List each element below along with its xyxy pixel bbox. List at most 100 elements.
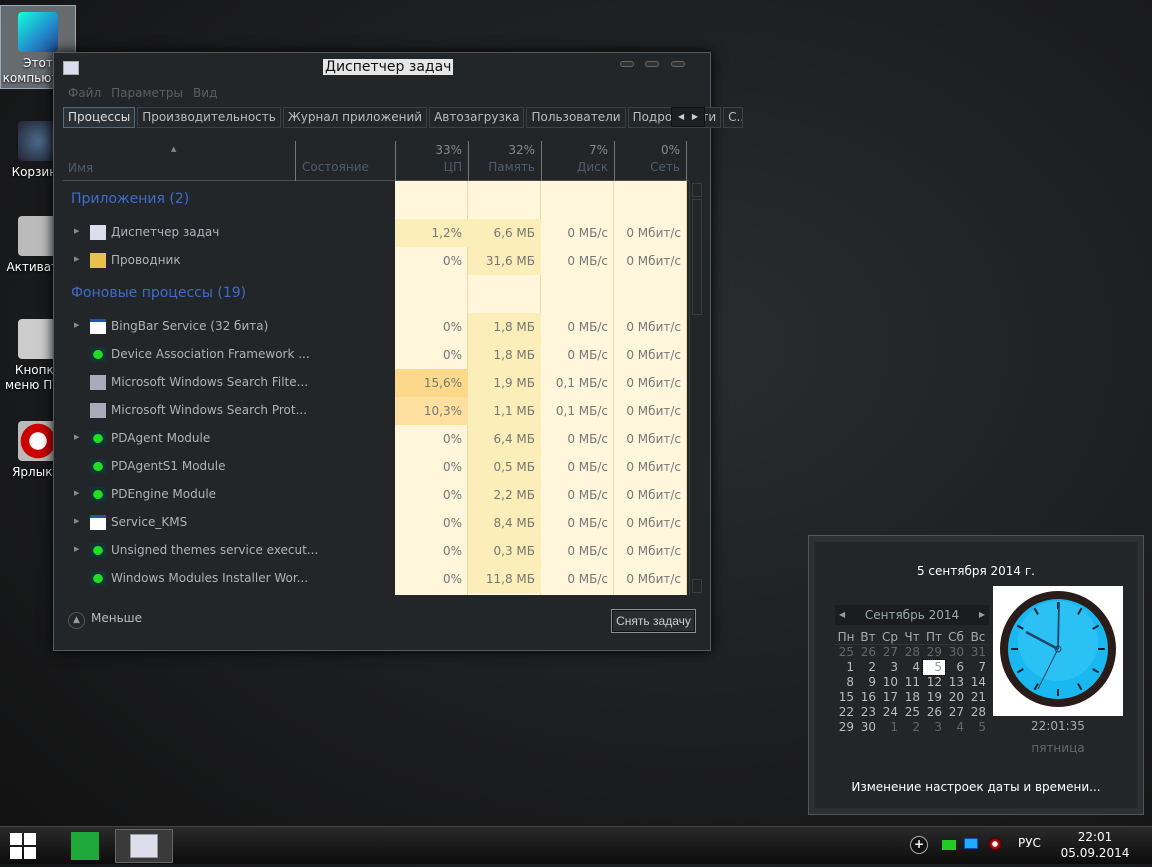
process-row[interactable]: ▶ Диспетчер задач 1,2% 6,6 МБ 0 МБ/с 0 Мбит/с [63, 219, 689, 247]
change-date-time-link[interactable]: Изменение настроек даты и времени... [815, 780, 1137, 794]
expand-arrow-icon[interactable]: ▶ [74, 321, 79, 329]
calendar-day[interactable]: 27 [879, 645, 901, 660]
process-row[interactable]: ▶ PDEngine Module 0% 2,2 МБ 0 МБ/с 0 Мбит/с [63, 481, 689, 509]
minimize-button[interactable] [620, 61, 634, 67]
calendar-day[interactable]: 5 [967, 720, 989, 735]
calendar-day[interactable]: 1 [835, 660, 857, 675]
tab-services[interactable]: С... [723, 107, 744, 128]
title-bar[interactable]: Диспетчер задач [54, 53, 710, 85]
language-indicator[interactable]: РУС [1018, 836, 1041, 850]
fewer-details-button[interactable]: ▲ Меньше [68, 611, 142, 629]
show-hidden-icons-button[interactable]: + [910, 836, 928, 854]
calendar-day[interactable]: 15 [835, 690, 857, 705]
process-row[interactable]: PDAgentS1 Module 0% 0,5 МБ 0 МБ/с 0 Мбит/с [63, 453, 689, 481]
calendar-day[interactable]: 14 [967, 675, 989, 690]
process-row[interactable]: Device Association Framework ... 0% 1,8 МБ… [63, 341, 689, 369]
group-header[interactable]: Фоновые процессы (19) [63, 279, 689, 313]
column-disk[interactable]: 7% Диск [541, 141, 614, 181]
calendar-day[interactable]: 2 [857, 660, 879, 675]
column-cpu[interactable]: 33% ЦП [395, 141, 468, 181]
expand-arrow-icon[interactable]: ▶ [74, 545, 79, 553]
calendar-day[interactable]: 17 [879, 690, 901, 705]
calendar-day[interactable]: 26 [923, 705, 945, 720]
calendar-day[interactable]: 7 [967, 660, 989, 675]
column-status[interactable]: Состояние [295, 141, 395, 181]
calendar-day[interactable]: 20 [945, 690, 967, 705]
taskmgr-taskbar-button[interactable] [115, 829, 173, 863]
calendar-day[interactable]: 3 [923, 720, 945, 735]
column-memory[interactable]: 32% Память [468, 141, 541, 181]
menu-view[interactable]: Вид [193, 86, 217, 100]
store-taskbar-button[interactable] [60, 829, 110, 863]
column-name[interactable]: Имя [68, 161, 93, 175]
calendar-day[interactable]: 25 [835, 645, 857, 660]
speaker-icon[interactable] [988, 837, 1002, 851]
process-row[interactable]: Windows Modules Installer Wor... 0% 11,8 М… [63, 565, 689, 593]
expand-arrow-icon[interactable]: ▶ [74, 433, 79, 441]
calendar-day[interactable]: 16 [857, 690, 879, 705]
calendar-day[interactable]: 30 [945, 645, 967, 660]
tab-app-history[interactable]: Журнал приложений [282, 107, 428, 128]
taskbar-clock[interactable]: 22:01 05.09.2014 [1060, 829, 1130, 861]
calendar-day[interactable]: 29 [923, 645, 945, 660]
maximize-button[interactable] [645, 61, 659, 67]
calendar-day[interactable]: 5 [922, 659, 946, 676]
process-row[interactable]: ▶ PDAgent Module 0% 6,4 МБ 0 МБ/с 0 Мбит/с [63, 425, 689, 453]
calendar-day[interactable]: 22 [835, 705, 857, 720]
next-month-icon[interactable]: ▶ [979, 605, 985, 625]
calendar-day[interactable]: 25 [901, 705, 923, 720]
flag-icon[interactable] [942, 840, 956, 850]
calendar-day[interactable]: 3 [879, 660, 901, 675]
expand-arrow-icon[interactable]: ▶ [74, 517, 79, 525]
calendar-day[interactable]: 27 [945, 705, 967, 720]
calendar-day[interactable]: 31 [967, 645, 989, 660]
menu-options[interactable]: Параметры [111, 86, 183, 100]
prev-month-icon[interactable]: ◀ [839, 605, 845, 625]
process-row[interactable]: ▶ Service_KMS 0% 8,4 МБ 0 МБ/с 0 Мбит/с [63, 509, 689, 537]
end-task-button[interactable]: Снять задачу [611, 609, 696, 633]
calendar-day[interactable]: 21 [967, 690, 989, 705]
calendar-day[interactable]: 19 [923, 690, 945, 705]
vertical-scrollbar[interactable] [689, 181, 703, 595]
calendar-day[interactable]: 11 [901, 675, 923, 690]
monitor-icon[interactable] [964, 838, 978, 849]
menu-file[interactable]: Файл [68, 86, 101, 100]
tab-users[interactable]: Пользователи [526, 107, 626, 128]
calendar-day[interactable]: 8 [835, 675, 857, 690]
process-row[interactable]: ▶ Проводник 0% 31,6 МБ 0 МБ/с 0 Мбит/с [63, 247, 689, 275]
tab-processes[interactable]: Процессы [63, 107, 136, 128]
calendar-day[interactable]: 26 [857, 645, 879, 660]
expand-arrow-icon[interactable]: ▶ [74, 227, 79, 235]
calendar-day[interactable]: 30 [857, 720, 879, 735]
chevron-right-icon[interactable]: ▶ [692, 112, 698, 121]
calendar-day[interactable]: 18 [901, 690, 923, 705]
process-row[interactable]: Microsoft Windows Search Filte... 15,6% 1,… [63, 369, 689, 397]
column-network[interactable]: 0% Сеть [614, 141, 687, 181]
calendar-day[interactable]: 4 [901, 660, 923, 675]
chevron-left-icon[interactable]: ◀ [678, 112, 684, 121]
tab-scroll-buttons[interactable]: ◀ ▶ [671, 107, 705, 127]
process-row[interactable]: Microsoft Windows Search Prot... 10,3% 1,1… [63, 397, 689, 425]
close-button[interactable] [671, 61, 685, 67]
calendar-day[interactable]: 28 [901, 645, 923, 660]
calendar-day[interactable]: 9 [857, 675, 879, 690]
calendar-day[interactable]: 28 [967, 705, 989, 720]
calendar-day[interactable]: 4 [945, 720, 967, 735]
calendar-day[interactable]: 1 [879, 720, 901, 735]
tab-startup[interactable]: Автозагрузка [429, 107, 525, 128]
tab-performance[interactable]: Производительность [137, 107, 281, 128]
calendar-day[interactable]: 29 [835, 720, 857, 735]
calendar-day[interactable]: 6 [945, 660, 967, 675]
expand-arrow-icon[interactable]: ▶ [74, 489, 79, 497]
process-row[interactable]: ▶ Unsigned themes service execut... 0% 0,3 … [63, 537, 689, 565]
calendar-day[interactable]: 13 [945, 675, 967, 690]
expand-arrow-icon[interactable]: ▶ [74, 255, 79, 263]
calendar-day[interactable]: 23 [857, 705, 879, 720]
group-header[interactable]: Приложения (2) [63, 185, 689, 219]
process-row[interactable]: ▶ BingBar Service (32 бита) 0% 1,8 МБ 0 МБ/с… [63, 313, 689, 341]
calendar-day[interactable]: 12 [923, 675, 945, 690]
calendar-day[interactable]: 2 [901, 720, 923, 735]
start-button[interactable] [10, 833, 40, 867]
calendar-day[interactable]: 10 [879, 675, 901, 690]
calendar-day[interactable]: 24 [879, 705, 901, 720]
